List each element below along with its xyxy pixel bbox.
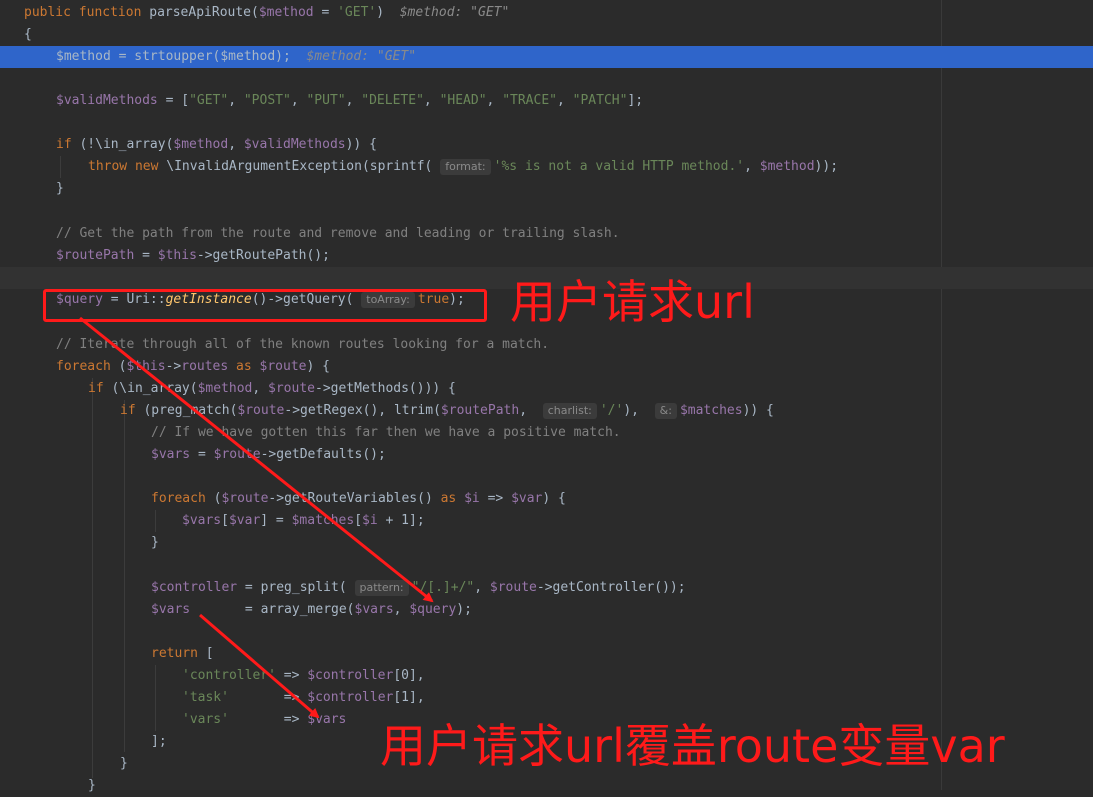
arrow-query-to-merge xyxy=(79,316,434,603)
annotation-user-request-url: 用户请求url xyxy=(510,275,755,329)
annotation-override-route-var: 用户请求url覆盖route变量var xyxy=(380,719,1005,773)
arrow-vars-to-return xyxy=(199,613,320,719)
annotation-arrows xyxy=(79,316,434,719)
